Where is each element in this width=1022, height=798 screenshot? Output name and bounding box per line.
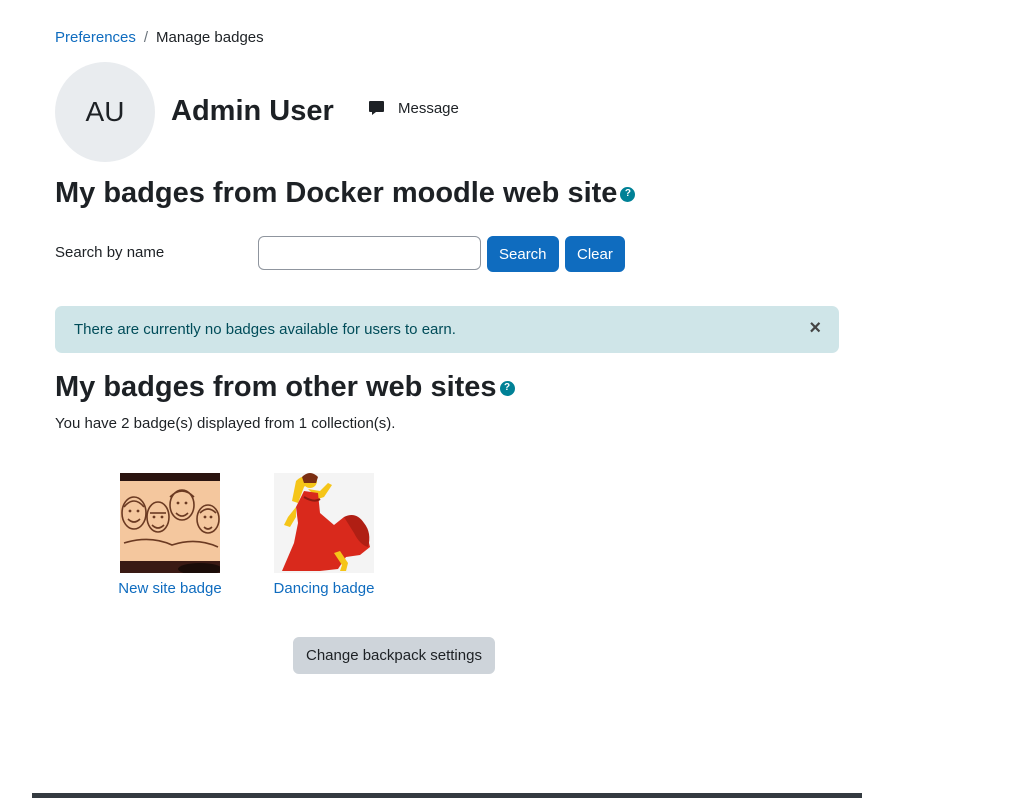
search-input[interactable] bbox=[258, 236, 481, 270]
breadcrumb-separator: / bbox=[143, 29, 149, 46]
close-icon[interactable]: × bbox=[809, 318, 821, 338]
search-button[interactable]: Search bbox=[487, 236, 559, 272]
user-name: Admin User bbox=[171, 95, 334, 127]
page: Preferences / Manage badges AU Admin Use… bbox=[0, 0, 1022, 798]
change-backpack-settings-button[interactable]: Change backpack settings bbox=[293, 637, 495, 674]
site-badges-heading: My badges from Docker moodle web site ? bbox=[55, 175, 636, 211]
site-badges-heading-text: My badges from Docker moodle web site bbox=[55, 177, 618, 209]
help-icon[interactable]: ? bbox=[620, 186, 636, 202]
external-badges-heading: My badges from other web sites ? bbox=[55, 369, 515, 405]
breadcrumb-link-preferences[interactable]: Preferences bbox=[55, 29, 136, 46]
breadcrumb: Preferences / Manage badges bbox=[55, 29, 264, 46]
badge-link[interactable]: New site badge bbox=[100, 580, 240, 597]
message-icon bbox=[369, 101, 384, 115]
clear-button[interactable]: Clear bbox=[565, 236, 625, 272]
help-icon[interactable]: ? bbox=[499, 380, 515, 396]
collection-summary: You have 2 badge(s) displayed from 1 col… bbox=[55, 415, 396, 432]
info-alert: There are currently no badges available … bbox=[55, 306, 839, 353]
external-badges-heading-text: My badges from other web sites bbox=[55, 371, 497, 403]
caricature-group-image[interactable] bbox=[120, 473, 220, 573]
avatar-initials: AU bbox=[85, 96, 125, 127]
badge-item: New site badge bbox=[100, 473, 240, 597]
badge-link[interactable]: Dancing badge bbox=[254, 580, 394, 597]
message-button[interactable]: Message bbox=[368, 100, 459, 117]
dancing-woman-image[interactable] bbox=[274, 473, 374, 573]
message-label: Message bbox=[398, 100, 459, 117]
search-label: Search by name bbox=[55, 244, 165, 261]
avatar: AU bbox=[55, 62, 155, 162]
alert-text: There are currently no badges available … bbox=[74, 321, 456, 338]
footer-divider bbox=[32, 793, 862, 798]
breadcrumb-current: Manage badges bbox=[156, 29, 264, 46]
badge-item: Dancing badge bbox=[254, 473, 394, 597]
